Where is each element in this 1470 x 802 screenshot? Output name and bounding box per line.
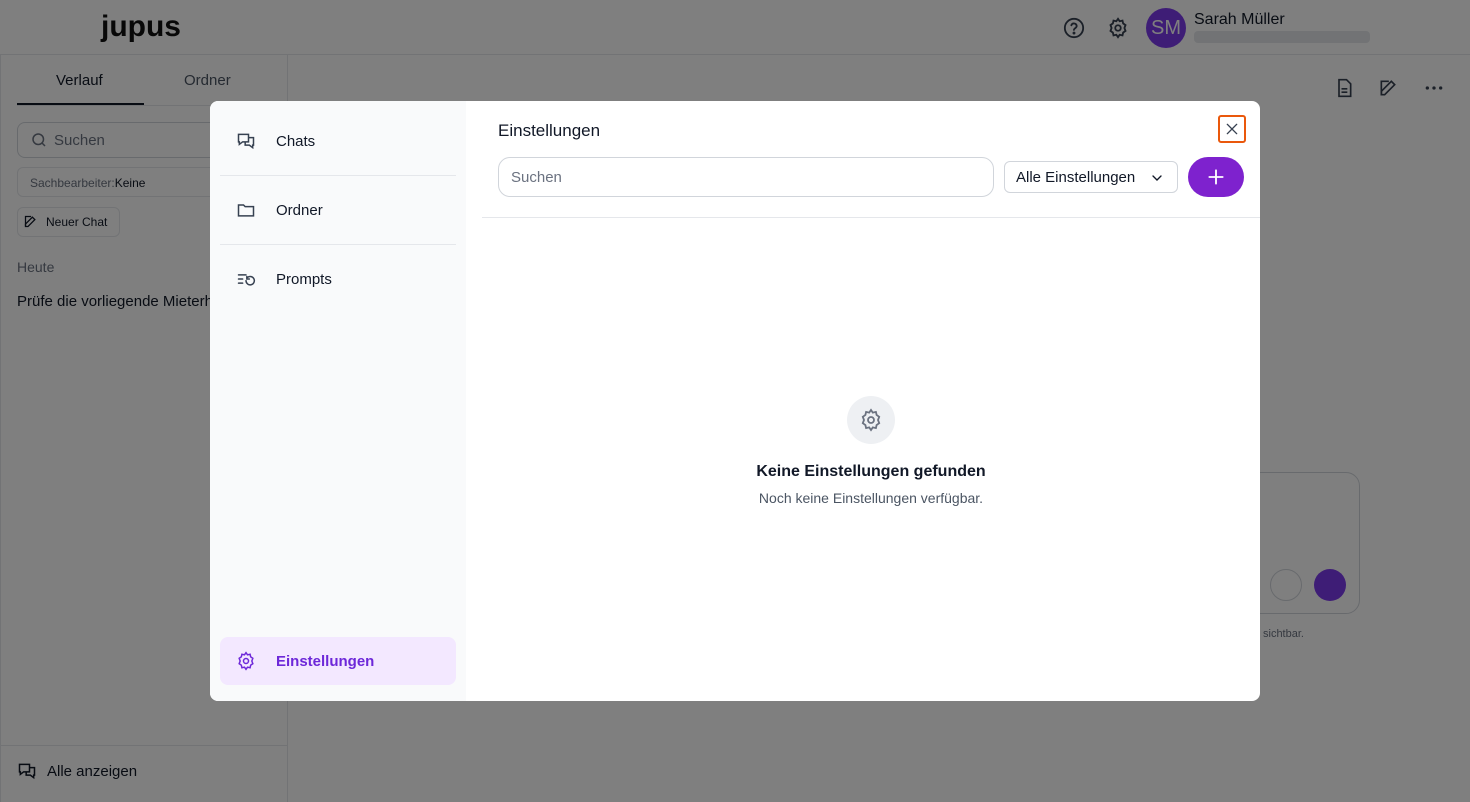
folder-icon <box>236 200 256 220</box>
modal-title: Einstellungen <box>498 121 601 140</box>
nav-item-prompts[interactable]: Prompts <box>220 255 456 303</box>
close-icon <box>1224 121 1240 137</box>
nav-item-einstellungen[interactable]: Einstellungen <box>220 637 456 685</box>
prompts-icon <box>236 269 256 289</box>
settings-search-input[interactable] <box>498 157 994 197</box>
nav-item-label: Ordner <box>276 201 323 219</box>
empty-state-subtitle: Noch keine Einstellungen verfügbar. <box>758 490 984 506</box>
gear-icon <box>847 396 895 444</box>
add-setting-button[interactable] <box>1188 157 1244 197</box>
plus-icon <box>1206 167 1226 187</box>
nav-item-label: Chats <box>276 132 316 150</box>
nav-item-label: Prompts <box>276 270 332 288</box>
modal-navigation: Chats Ordner Prompts Einstellungen <box>210 101 466 701</box>
chevron-down-icon <box>1149 170 1165 186</box>
nav-item-label: Einstellungen <box>276 652 375 670</box>
nav-divider <box>220 175 456 176</box>
nav-divider <box>220 244 456 245</box>
settings-filter-value: Alle Einstellungen <box>1016 168 1136 186</box>
nav-item-ordner[interactable]: Ordner <box>220 186 456 234</box>
empty-state-title: Keine Einstellungen gefunden <box>756 463 986 480</box>
nav-item-chats[interactable]: Chats <box>220 117 456 165</box>
close-button[interactable] <box>1218 115 1246 143</box>
settings-filter-select[interactable]: Alle Einstellungen <box>1004 161 1178 193</box>
gear-icon <box>236 651 256 671</box>
settings-modal: Chats Ordner Prompts Einstellungen Einst… <box>210 101 1260 701</box>
header-divider <box>482 217 1260 218</box>
chats-icon <box>236 131 256 151</box>
